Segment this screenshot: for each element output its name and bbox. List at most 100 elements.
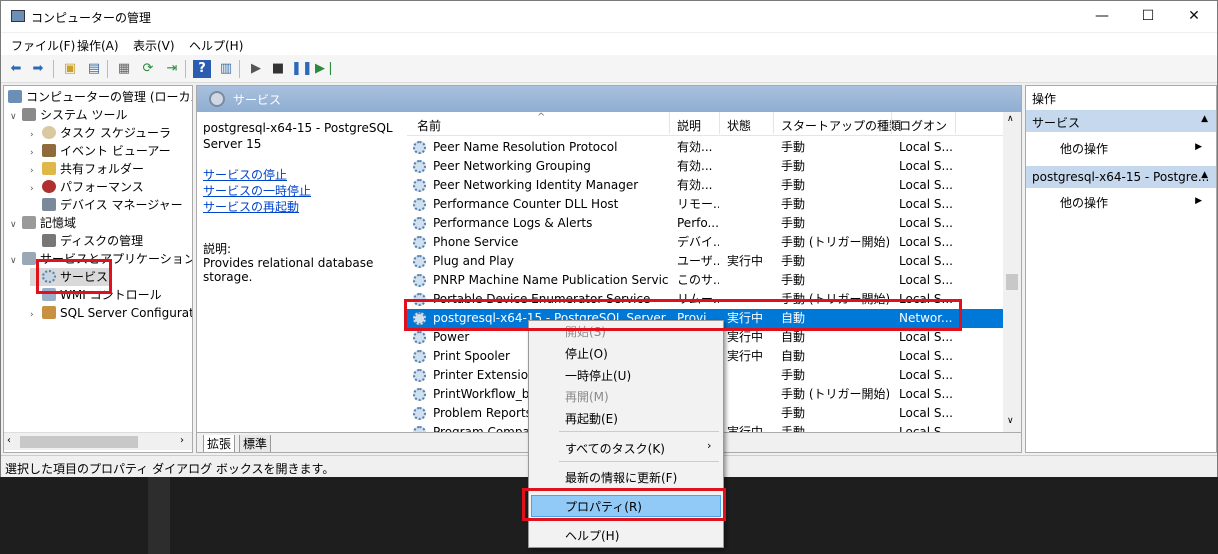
- up-folder-icon[interactable]: ▣: [61, 60, 79, 78]
- tree-system-tools[interactable]: ∨ システム ツール: [10, 106, 127, 124]
- tab-extended[interactable]: 拡張: [203, 435, 236, 452]
- tree-sql-config[interactable]: ›SQL Server Configuration: [30, 304, 192, 322]
- collapse-icon-2[interactable]: ▲: [1201, 170, 1208, 180]
- close-button[interactable]: ✕: [1171, 1, 1217, 32]
- ctx-restart[interactable]: 再起動(E): [565, 410, 618, 427]
- computer-icon: [8, 90, 22, 103]
- maximize-button[interactable]: ☐: [1125, 1, 1171, 32]
- cell-logon: Local S...: [899, 292, 953, 306]
- ctx-refresh[interactable]: 最新の情報に更新(F): [565, 469, 677, 486]
- table-row[interactable]: Peer Networking Grouping 有効... 手動 Local S..…: [407, 157, 1003, 176]
- cell-name: Portable Device Enumerator Service: [433, 292, 651, 306]
- minimize-button[interactable]: —: [1079, 1, 1125, 32]
- collapse-icon[interactable]: ▲: [1201, 114, 1208, 124]
- table-row[interactable]: Performance Counter DLL Host リモー... 手動 Loca…: [407, 195, 1003, 214]
- menu-help[interactable]: ヘルプ(H): [189, 37, 243, 54]
- back-icon[interactable]: ⬅: [7, 60, 25, 78]
- folder-icon: [42, 162, 56, 175]
- actions-section-services[interactable]: サービス ▲: [1026, 110, 1216, 132]
- stop-icon[interactable]: ■: [269, 60, 287, 78]
- storage-icon: [22, 216, 36, 229]
- ctx-stop[interactable]: 停止(O): [565, 345, 608, 362]
- scroll-left-icon[interactable]: ‹: [7, 435, 11, 446]
- ctx-start[interactable]: 開始(S): [565, 323, 606, 340]
- cell-logon: Local S...: [899, 387, 953, 401]
- scroll-down-icon[interactable]: ∨: [1007, 416, 1014, 426]
- menu-action[interactable]: 操作(A): [77, 37, 119, 54]
- col-name[interactable]: 名前: [417, 117, 441, 134]
- gear-icon: [413, 388, 426, 401]
- menu-view[interactable]: 表示(V): [133, 37, 175, 54]
- pause-icon[interactable]: ❚❚: [291, 60, 313, 78]
- tree-shared-folders[interactable]: › 共有フォルダー: [30, 160, 144, 178]
- tree-storage[interactable]: ∨ 記憶域: [10, 214, 76, 232]
- restart-service-link[interactable]: サービスの再起動: [203, 198, 299, 215]
- tree-disk-management[interactable]: ディスクの管理: [30, 232, 143, 250]
- col-startup-type[interactable]: スタートアップの種類: [781, 117, 901, 134]
- actions-section-postgresql[interactable]: postgresql-x64-15 - Postgre... ▲: [1026, 166, 1216, 188]
- play-icon[interactable]: ▶: [247, 60, 265, 78]
- resume-icon[interactable]: ▶❘: [315, 60, 336, 78]
- export-icon[interactable]: ⇥: [163, 60, 181, 78]
- cell-logon: Local S...: [899, 349, 953, 363]
- stop-service-link[interactable]: サービスの停止: [203, 166, 287, 183]
- pause-service-link[interactable]: サービスの一時停止: [203, 182, 311, 199]
- col-description[interactable]: 説明: [677, 117, 701, 134]
- scroll-thumb[interactable]: [20, 436, 138, 448]
- table-row[interactable]: Phone Service デバイ... 手動 (トリガー開始) Local S...: [407, 233, 1003, 252]
- help-icon[interactable]: ?: [193, 60, 211, 78]
- table-row[interactable]: Peer Networking Identity Manager 有効... 手動 L…: [407, 176, 1003, 195]
- tree-root[interactable]: コンピューターの管理 (ローカル): [8, 88, 192, 106]
- table-row[interactable]: Performance Logs & Alerts Perfo... 手動 Local…: [407, 214, 1003, 233]
- gear-icon: [413, 198, 426, 211]
- list-scroll-thumb[interactable]: [1006, 274, 1018, 290]
- action-pane-icon[interactable]: ▥: [217, 60, 235, 78]
- toolbar: ⬅ ➡ ▣ ▤ ▦ ⟳ ⇥ ? ▥ ▶ ■ ❚❚ ▶❘: [1, 55, 1217, 83]
- scroll-right-icon[interactable]: ›: [180, 435, 184, 446]
- cell-startup: 手動: [781, 140, 806, 154]
- col-logon[interactable]: ログオン: [899, 117, 947, 134]
- cell-desc: 有効...: [677, 159, 713, 173]
- cell-logon: Local S...: [899, 273, 953, 287]
- cell-startup: 手動 (トリガー開始): [781, 387, 889, 401]
- background-taskbar-strip: [148, 477, 170, 554]
- tab-standard[interactable]: 標準: [239, 435, 272, 452]
- gear-icon: [413, 141, 426, 154]
- list-vertical-scrollbar[interactable]: ∧ ∨: [1003, 112, 1021, 432]
- table-row[interactable]: Portable Device Enumerator Service リムー...…: [407, 290, 1003, 309]
- console-tree-icon[interactable]: ▤: [85, 60, 103, 78]
- other-actions-1[interactable]: 他の操作: [1060, 140, 1108, 157]
- gear-icon: [413, 179, 426, 192]
- refresh-icon[interactable]: ⟳: [139, 60, 157, 78]
- tree-event-viewer[interactable]: › イベント ビューアー: [30, 142, 171, 160]
- window-title: コンピューターの管理: [31, 11, 152, 25]
- forward-icon[interactable]: ➡: [29, 60, 47, 78]
- cell-logon: Local S...: [899, 330, 953, 344]
- tree-services[interactable]: サービス: [30, 268, 113, 286]
- tree-task-scheduler[interactable]: › タスク スケジューラ: [30, 124, 171, 142]
- tree-horizontal-scrollbar[interactable]: ‹ ›: [4, 432, 192, 450]
- cell-logon: Local S...: [899, 254, 953, 268]
- list-header: 名前 ^ 説明 状態 スタートアップの種類 ログオン: [407, 112, 1003, 136]
- other-actions-2[interactable]: 他の操作: [1060, 194, 1108, 211]
- ctx-all-tasks[interactable]: すべてのタスク(K): [565, 440, 665, 457]
- table-row[interactable]: Peer Name Resolution Protocol 有効... 手動 Loca…: [407, 138, 1003, 157]
- ctx-pause[interactable]: 一時停止(U): [565, 367, 631, 384]
- tree-performance[interactable]: › パフォーマンス: [30, 178, 144, 196]
- ctx-properties[interactable]: プロパティ(R): [565, 498, 642, 515]
- tree-wmi[interactable]: WMI コントロール: [30, 286, 162, 304]
- chevron-right-icon: ›: [707, 439, 712, 452]
- ctx-resume[interactable]: 再開(M): [565, 388, 609, 405]
- menu-file[interactable]: ファイル(F): [11, 37, 75, 54]
- ctx-help[interactable]: ヘルプ(H): [565, 527, 619, 544]
- tree-services-apps[interactable]: ∨ サービスとアプリケーション: [10, 250, 192, 268]
- cell-logon: Local S...: [899, 235, 953, 249]
- tree-device-manager[interactable]: デバイス マネージャー: [30, 196, 183, 214]
- gear-icon: [42, 270, 56, 283]
- table-row[interactable]: Plug and Play ユーザ... 実行中 手動 Local S...: [407, 252, 1003, 271]
- table-row[interactable]: PNRP Machine Name Publication Service このサ…: [407, 271, 1003, 290]
- col-status[interactable]: 状態: [727, 117, 751, 134]
- properties-icon[interactable]: ▦: [115, 60, 133, 78]
- scroll-up-icon[interactable]: ∧: [1007, 114, 1014, 124]
- gear-icon: [413, 236, 426, 249]
